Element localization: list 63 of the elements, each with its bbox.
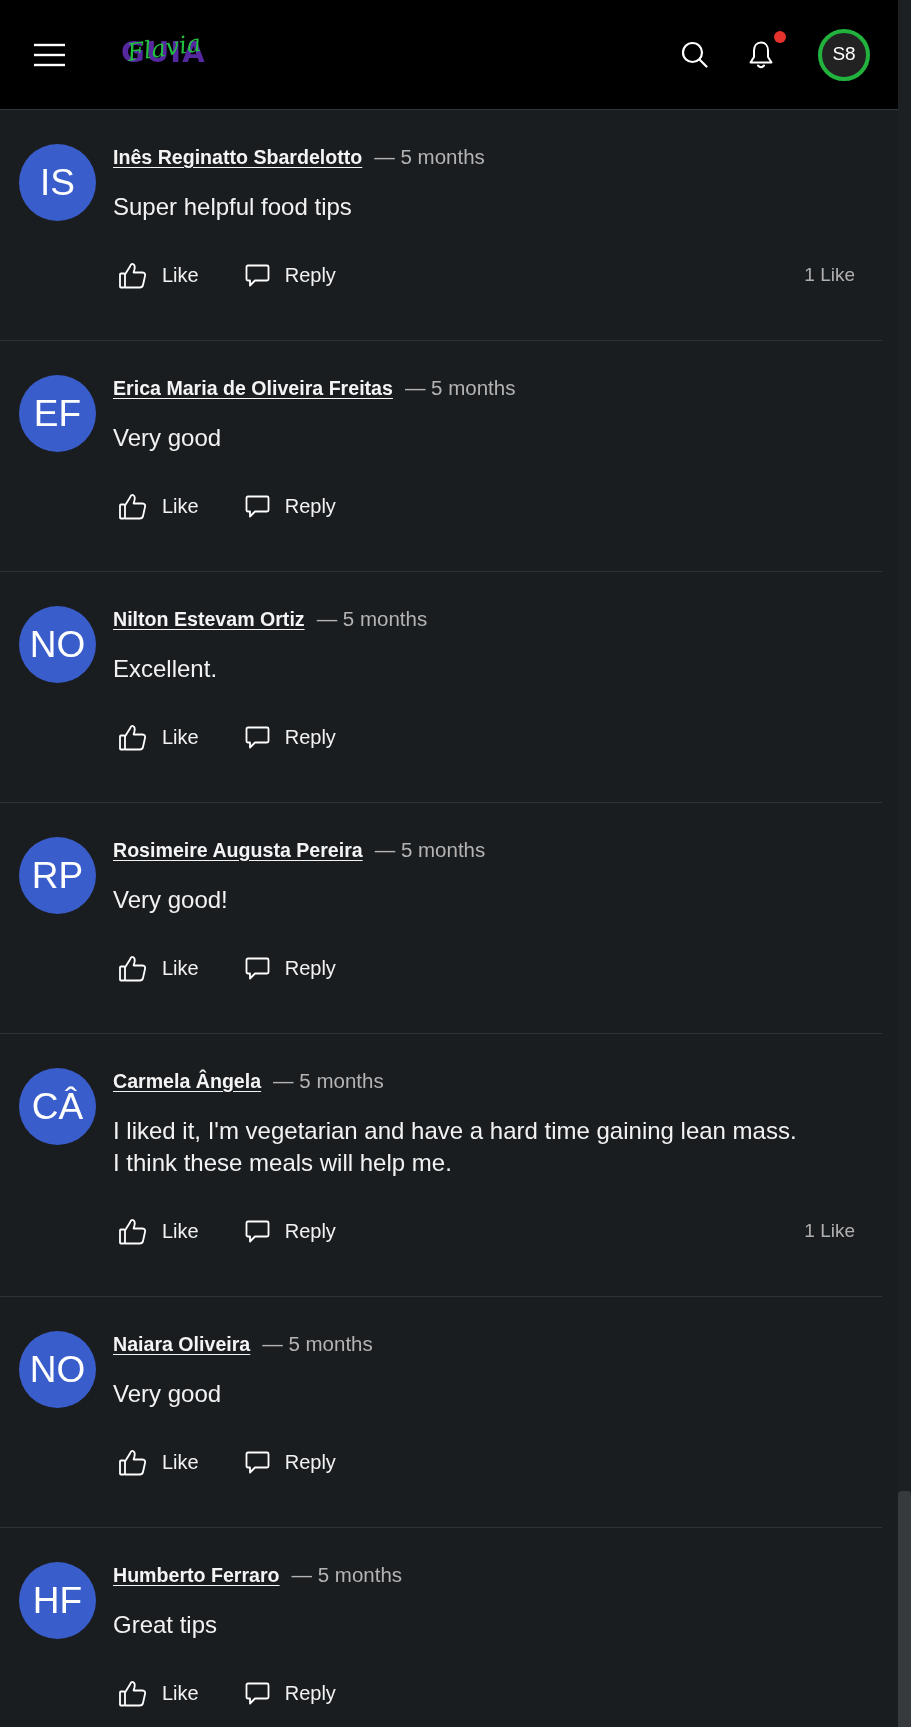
like-button[interactable]: Like bbox=[113, 718, 205, 756]
comment-time: — 5 months bbox=[374, 837, 486, 863]
author-link[interactable]: Erica Maria de Oliveira Freitas bbox=[113, 375, 393, 401]
reply-button[interactable]: Reply bbox=[238, 718, 342, 756]
comment-text: Very good bbox=[113, 1379, 223, 1409]
profile-avatar[interactable]: S8 bbox=[818, 28, 870, 81]
user-avatar: NO bbox=[19, 606, 96, 683]
speech-bubble-icon bbox=[244, 725, 270, 749]
user-avatar: EF bbox=[19, 375, 96, 452]
user-avatar: CÂ bbox=[19, 1068, 96, 1145]
thumbs-up-icon bbox=[119, 954, 147, 982]
like-count: 1 Like bbox=[804, 1218, 855, 1243]
comment-text: Excellent. bbox=[113, 654, 219, 684]
like-button[interactable]: Like bbox=[113, 487, 205, 525]
thumbs-up-icon bbox=[119, 1217, 147, 1245]
reply-button[interactable]: Reply bbox=[238, 949, 342, 987]
user-avatar: IS bbox=[19, 144, 96, 221]
user-avatar: RP bbox=[19, 837, 96, 914]
comment-time: — 5 months bbox=[316, 606, 428, 632]
thumbs-up-icon bbox=[119, 1679, 147, 1707]
author-link[interactable]: Nilton Estevam Ortiz bbox=[113, 606, 305, 632]
search-icon[interactable] bbox=[681, 41, 708, 68]
reply-button[interactable]: Reply bbox=[238, 487, 342, 525]
comment-text: Super helpful food tips bbox=[113, 192, 353, 222]
speech-bubble-icon bbox=[244, 1681, 270, 1705]
comment-time: — 5 months bbox=[404, 375, 516, 401]
reply-button[interactable]: Reply bbox=[238, 256, 342, 294]
comment-time: — 5 months bbox=[374, 144, 485, 170]
comment-text: I liked it, I'm vegetarian and have a hard time gaining lean mass. I think these meals will help me. bbox=[113, 1116, 798, 1178]
comment-text: Very good bbox=[113, 423, 223, 453]
author-link[interactable]: Carmela Ângela bbox=[113, 1068, 262, 1094]
speech-bubble-icon bbox=[244, 956, 270, 980]
like-button[interactable]: Like bbox=[113, 949, 205, 987]
author-link[interactable]: Humberto Ferraro bbox=[113, 1562, 280, 1588]
like-button[interactable]: Like bbox=[113, 1674, 205, 1712]
speech-bubble-icon bbox=[244, 1450, 270, 1474]
comment-text: Very good! bbox=[113, 885, 229, 915]
comment-text: Great tips bbox=[113, 1610, 219, 1640]
notifications-icon[interactable] bbox=[748, 39, 774, 70]
like-count: 1 Like bbox=[804, 262, 855, 287]
thumbs-up-icon bbox=[119, 261, 147, 289]
reply-button[interactable]: Reply bbox=[238, 1443, 342, 1481]
comment-time: — 5 months bbox=[273, 1068, 384, 1094]
like-button[interactable]: Like bbox=[113, 256, 205, 294]
like-button[interactable]: Like bbox=[113, 1443, 205, 1481]
thumbs-up-icon bbox=[119, 492, 147, 520]
speech-bubble-icon bbox=[244, 263, 270, 287]
author-link[interactable]: Inês Reginatto Sbardelotto bbox=[113, 144, 363, 170]
speech-bubble-icon bbox=[244, 494, 270, 518]
user-avatar: NO bbox=[19, 1331, 96, 1408]
reply-button[interactable]: Reply bbox=[238, 1212, 342, 1250]
scrollbar-thumb[interactable] bbox=[898, 1491, 911, 1727]
author-link[interactable]: Naiara Oliveira bbox=[113, 1331, 251, 1357]
thumbs-up-icon bbox=[119, 1448, 147, 1476]
like-button[interactable]: Like bbox=[113, 1212, 205, 1250]
speech-bubble-icon bbox=[244, 1219, 270, 1243]
comment-time: — 5 months bbox=[291, 1562, 403, 1588]
thumbs-up-icon bbox=[119, 723, 147, 751]
menu-icon[interactable] bbox=[34, 42, 65, 67]
reply-button[interactable]: Reply bbox=[238, 1674, 342, 1712]
user-avatar: HF bbox=[19, 1562, 96, 1639]
author-link[interactable]: Rosimeire Augusta Pereira bbox=[113, 837, 363, 863]
comment-time: — 5 months bbox=[262, 1331, 373, 1357]
